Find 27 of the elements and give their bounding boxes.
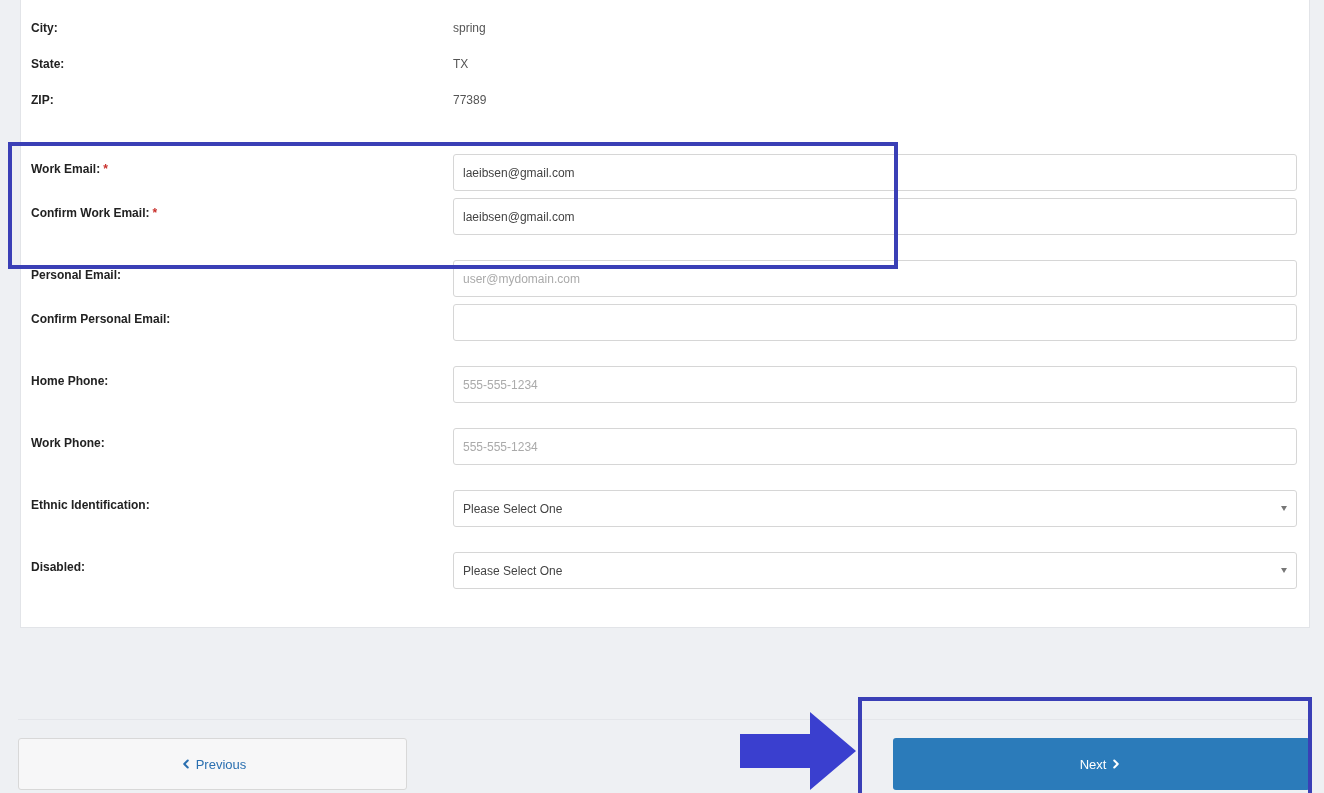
field-label: Work Phone: xyxy=(31,435,106,450)
field-label: Work Email: * xyxy=(31,161,109,176)
field-label: ZIP: xyxy=(31,93,55,107)
field-label: City: xyxy=(31,21,59,35)
field-label: Confirm Work Email: * xyxy=(31,205,159,220)
select-dropdown[interactable]: Please Select One xyxy=(453,490,1297,527)
field-value: 77389 xyxy=(453,93,488,107)
previous-button[interactable]: Previous xyxy=(18,738,407,790)
input-field[interactable]: laeibsen@gmail.com xyxy=(453,198,1297,235)
input-field[interactable]: 555-555-1234 xyxy=(453,428,1297,465)
input-field[interactable]: laeibsen@gmail.com xyxy=(453,154,1297,191)
field-label: Home Phone: xyxy=(31,373,110,388)
select-dropdown[interactable]: Please Select One xyxy=(453,552,1297,589)
field-label: Confirm Personal Email: xyxy=(31,311,172,326)
field-value: spring xyxy=(453,21,487,35)
input-field[interactable]: 555-555-1234 xyxy=(453,366,1297,403)
field-label: State: xyxy=(31,57,66,71)
field-label: Disabled: xyxy=(31,559,86,574)
input-field[interactable]: user@mydomain.com xyxy=(453,260,1297,297)
field-label: Ethnic Identification: xyxy=(31,497,151,512)
input-field[interactable] xyxy=(453,304,1297,341)
next-button[interactable]: Next xyxy=(893,738,1310,790)
field-label: Personal Email: xyxy=(31,267,123,282)
caret-icon xyxy=(1281,568,1287,573)
caret-icon xyxy=(1281,506,1287,511)
arrow-icon xyxy=(740,712,856,790)
field-value: TX xyxy=(453,57,470,71)
